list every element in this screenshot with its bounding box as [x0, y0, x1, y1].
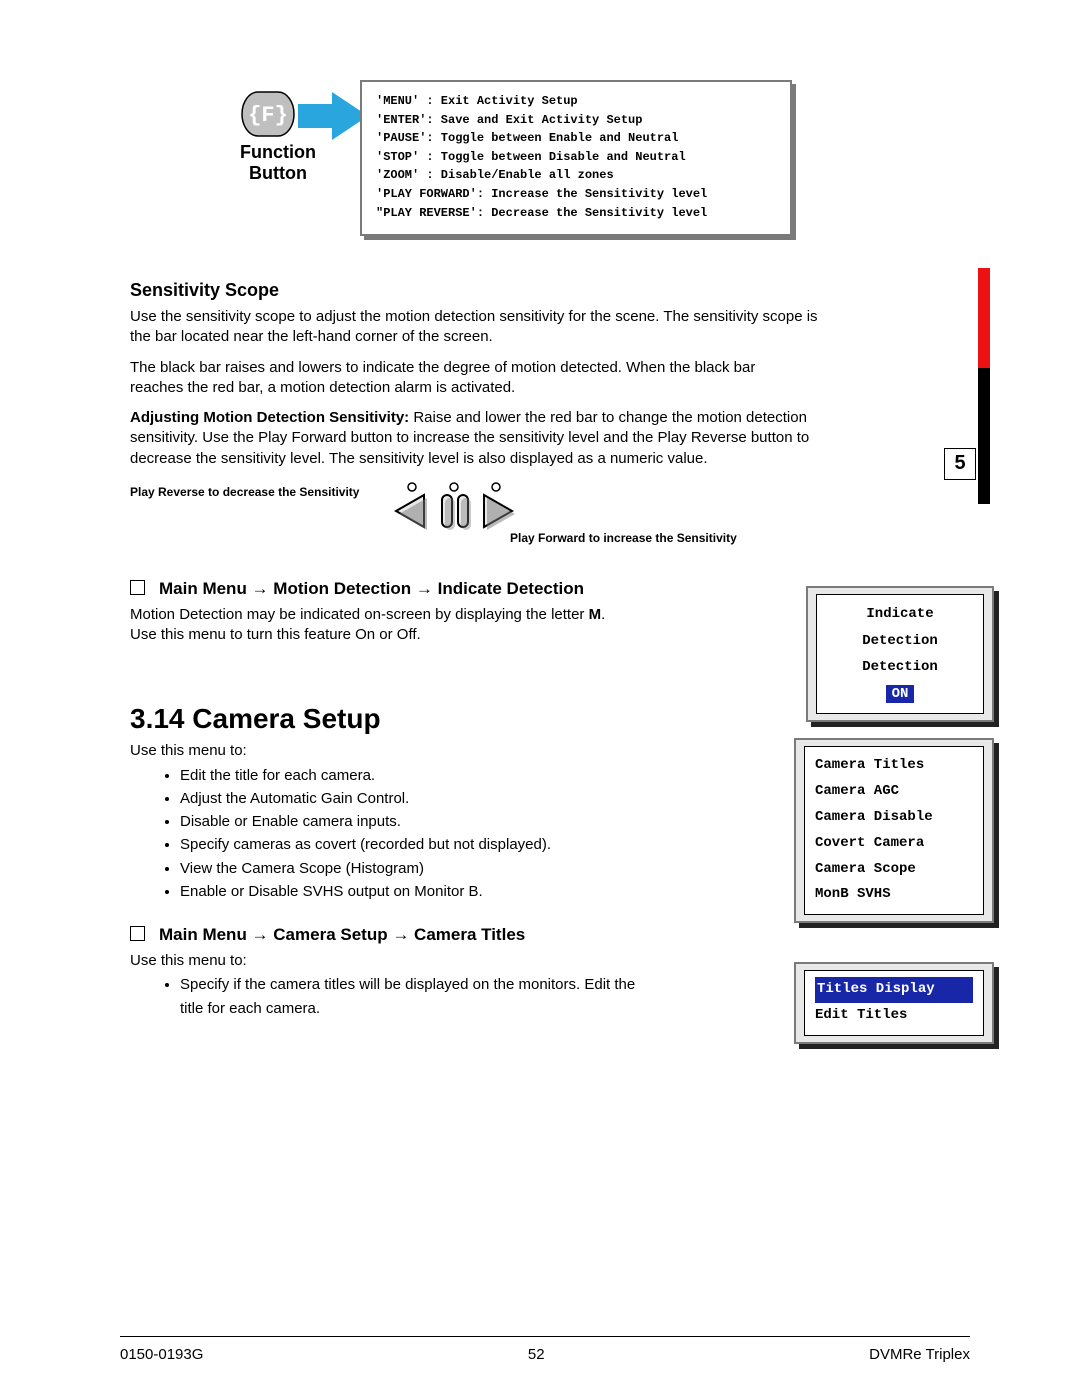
list-item: Specify if the camera titles will be dis…	[180, 973, 660, 1020]
menu-value-on: ON	[886, 685, 915, 703]
menu-item: Camera Disable	[815, 805, 973, 831]
menu-item: Camera Scope	[815, 857, 973, 883]
play-reverse-label: Play Reverse to decrease the Sensitivity	[130, 485, 359, 499]
indicate-detection-menu: Indicate Detection Detection ON	[806, 586, 994, 722]
command-reference-box: 'MENU' : Exit Activity Setup 'ENTER': Sa…	[360, 80, 792, 236]
camera-titles-menu: Titles Display Edit Titles	[794, 962, 994, 1044]
cmd-line: "PLAY REVERSE': Decrease the Sensitivity…	[376, 206, 707, 220]
arrow-right-icon	[298, 92, 368, 140]
ind-body1b: M	[589, 606, 602, 623]
ind-body1a: Motion Detection may be indicated on-scr…	[130, 606, 589, 623]
function-button-row: {F} Function Button 'MENU' : Exit Activi…	[130, 80, 960, 240]
indicate-detection-path: Main Menu → Motion Detection → Indicate …	[159, 579, 584, 598]
scope-red-segment	[978, 268, 990, 368]
camera-titles-breadcrumb: Main Menu → Camera Setup → Camera Titles	[130, 925, 960, 945]
ind-body2: Use this menu to turn this feature On or…	[130, 626, 421, 643]
cmd-line: 'STOP' : Toggle between Disable and Neut…	[376, 150, 686, 164]
menu-field: Detection	[827, 654, 973, 681]
cmd-line: 'ZOOM' : Disable/Enable all zones	[376, 168, 614, 182]
menu-item: Camera Titles	[815, 753, 973, 779]
function-label-2: Button	[249, 163, 307, 183]
f-key-icon: {F}	[240, 90, 296, 138]
scope-black-segment	[978, 368, 990, 504]
menu-item: MonB SVHS	[815, 882, 973, 908]
camera-titles-bullets: Specify if the camera titles will be dis…	[180, 973, 660, 1020]
sensitivity-scope-p1: Use the sensitivity scope to adjust the …	[130, 307, 830, 348]
menu-item: Camera AGC	[815, 779, 973, 805]
sensitivity-scope-p3: Adjusting Motion Detection Sensitivity: …	[130, 408, 810, 469]
play-controls-icon	[394, 479, 524, 535]
sensitivity-value-box: 5	[944, 448, 976, 480]
adjusting-bold: Adjusting Motion Detection Sensitivity:	[130, 409, 409, 426]
checkbox-icon	[130, 926, 145, 941]
footer-center: 52	[528, 1346, 545, 1363]
function-label-1: Function	[240, 142, 316, 162]
ind-body1c: .	[601, 606, 605, 623]
cmd-line: 'PAUSE': Toggle between Enable and Neutr…	[376, 131, 678, 145]
footer-left: 0150-0193G	[120, 1346, 203, 1363]
f-key-glyph: {F}	[248, 103, 288, 128]
footer-right: DVMRe Triplex	[869, 1346, 970, 1363]
camera-titles-path: Main Menu → Camera Setup → Camera Titles	[159, 925, 525, 944]
page-footer: 0150-0193G 52 DVMRe Triplex	[120, 1346, 970, 1363]
checkbox-icon	[130, 580, 145, 595]
play-controls: Play Reverse to decrease the Sensitivity…	[130, 479, 960, 549]
sensitivity-scope-heading: Sensitivity Scope	[130, 280, 960, 301]
menu-item: Covert Camera	[815, 831, 973, 857]
menu-item-selected: Titles Display	[815, 977, 973, 1003]
sensitivity-scope-p2: The black bar raises and lowers to indic…	[130, 358, 810, 399]
cmd-line: 'PLAY FORWARD': Increase the Sensitivity…	[376, 187, 707, 201]
cmd-line: 'ENTER': Save and Exit Activity Setup	[376, 113, 642, 127]
sensitivity-scope-bar: 5	[960, 268, 990, 504]
footer-rule	[120, 1336, 970, 1337]
play-forward-label: Play Forward to increase the Sensitivity	[510, 531, 737, 545]
camera-setup-menu: Camera Titles Camera AGC Camera Disable …	[794, 738, 994, 923]
cmd-line: 'MENU' : Exit Activity Setup	[376, 94, 578, 108]
menu-item: Edit Titles	[815, 1003, 973, 1029]
menu-title: Indicate Detection	[827, 601, 973, 654]
indicate-detection-body: Motion Detection may be indicated on-scr…	[130, 605, 630, 646]
